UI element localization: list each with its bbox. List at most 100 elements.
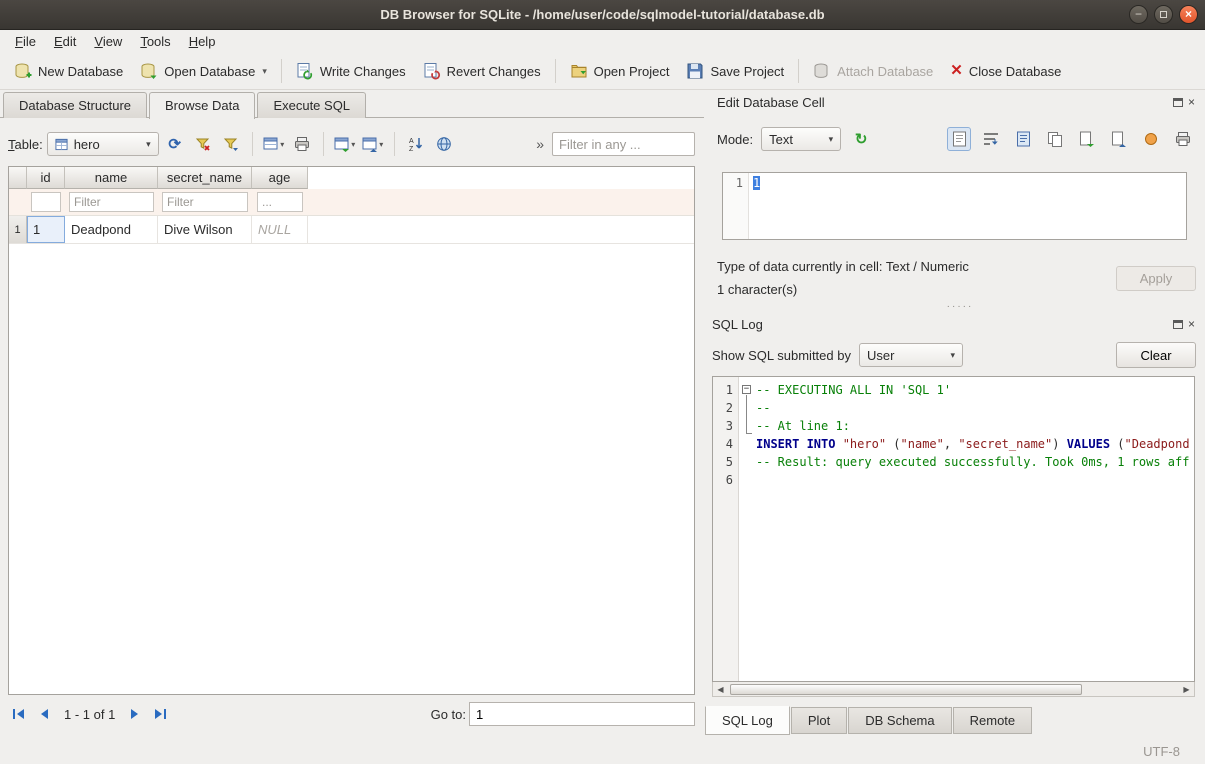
- data-grid: id name secret_name age 1 1 Deadpond Div…: [8, 166, 695, 695]
- filter-input-age[interactable]: [257, 192, 303, 212]
- import-file-icon: [1111, 131, 1127, 147]
- refresh-button[interactable]: ⟳: [163, 132, 187, 156]
- prev-page-button[interactable]: [33, 703, 55, 725]
- save-project-button[interactable]: Save Project: [678, 57, 792, 85]
- dock-tab-remote[interactable]: Remote: [953, 707, 1033, 734]
- dock-tab-sql-log[interactable]: SQL Log: [705, 706, 790, 735]
- dock-tab-db-schema[interactable]: DB Schema: [848, 707, 951, 734]
- sort-az-icon: AZ: [408, 136, 424, 152]
- tab-browse-data[interactable]: Browse Data: [149, 92, 255, 119]
- cell-value-editor[interactable]: 1 1: [722, 172, 1187, 240]
- sort-records-button[interactable]: AZ: [404, 132, 428, 156]
- open-in-editor-button[interactable]: [1011, 127, 1035, 151]
- column-header-id[interactable]: id: [27, 167, 65, 189]
- row-header[interactable]: 1: [9, 216, 27, 243]
- sql-log-editor[interactable]: 1 2 3 4 5 6 − -- EXECUTING ALL IN 'SQL 1…: [712, 376, 1195, 682]
- browse-toolbar: Table: hero ▾ ⟳ ▾ ▾ ▾ AZ »: [8, 130, 695, 158]
- filter-cell-name: [65, 189, 158, 215]
- filter-input-secret-name[interactable]: [162, 192, 248, 212]
- word-wrap-button[interactable]: [979, 127, 1003, 151]
- text-view-button[interactable]: [947, 127, 971, 151]
- next-page-button[interactable]: [124, 703, 146, 725]
- prev-page-icon: [39, 708, 49, 720]
- column-header-age[interactable]: age: [252, 167, 308, 189]
- set-null-button[interactable]: [1139, 127, 1163, 151]
- copy-cell-button[interactable]: [1043, 127, 1067, 151]
- browse-footer: 1 - 1 of 1 Go to:: [8, 701, 695, 727]
- export-cell-button[interactable]: [1075, 127, 1099, 151]
- globe-icon: [436, 136, 452, 152]
- last-page-icon: [153, 708, 167, 720]
- export-records-button[interactable]: ▾: [333, 132, 357, 156]
- mode-combobox[interactable]: Text ▾: [761, 127, 841, 151]
- toolbar-separator: [798, 59, 799, 83]
- revert-changes-button[interactable]: Revert Changes: [415, 57, 549, 85]
- dock-splitter-handle[interactable]: ·····: [938, 301, 982, 312]
- minimize-button-icon[interactable]: −: [1129, 5, 1148, 24]
- column-header-name[interactable]: name: [65, 167, 158, 189]
- open-database-button[interactable]: Open Database ▾: [132, 57, 275, 85]
- print-cell-button[interactable]: [1171, 127, 1195, 151]
- filter-input-id[interactable]: [31, 192, 61, 212]
- close-dock-icon[interactable]: ×: [1188, 97, 1195, 107]
- float-dock-icon[interactable]: [1173, 98, 1183, 107]
- open-database-dropdown-icon[interactable]: ▾: [262, 66, 267, 77]
- toolbar-overflow-button[interactable]: »: [532, 136, 548, 152]
- cell-id[interactable]: 1: [27, 216, 65, 243]
- goto-input[interactable]: [469, 702, 695, 726]
- editor-content[interactable]: 1: [749, 173, 1186, 239]
- next-page-icon: [130, 708, 140, 720]
- column-header-secret-name[interactable]: secret_name: [158, 167, 252, 189]
- filter-any-input[interactable]: [552, 132, 695, 156]
- last-page-button[interactable]: [149, 703, 171, 725]
- jump-to-record-button[interactable]: [432, 132, 456, 156]
- first-page-button[interactable]: [8, 703, 30, 725]
- close-dock-icon[interactable]: ×: [1188, 319, 1195, 329]
- import-records-button[interactable]: ▾: [361, 132, 385, 156]
- chevron-down-icon: ▾: [280, 140, 284, 149]
- new-database-button[interactable]: New Database: [6, 57, 131, 85]
- pagination-text: 1 - 1 of 1: [64, 707, 115, 722]
- close-database-button[interactable]: ✕ Close Database: [942, 59, 1069, 84]
- menu-tools[interactable]: Tools: [131, 32, 179, 51]
- filter-options-button[interactable]: [219, 132, 243, 156]
- dock-tab-plot[interactable]: Plot: [791, 707, 847, 734]
- write-changes-button[interactable]: Write Changes: [288, 57, 414, 85]
- scrollbar-thumb[interactable]: [730, 684, 1082, 695]
- import-cell-button[interactable]: [1107, 127, 1131, 151]
- cell-name[interactable]: Deadpond: [65, 216, 158, 243]
- toolbar-separator: [323, 132, 324, 156]
- menu-file[interactable]: File: [6, 32, 45, 51]
- table-combobox[interactable]: hero ▾: [47, 132, 159, 156]
- open-project-icon: [570, 62, 588, 80]
- menu-help[interactable]: Help: [180, 32, 225, 51]
- float-dock-icon[interactable]: [1173, 320, 1183, 329]
- clear-filters-button[interactable]: [191, 132, 215, 156]
- cell-age[interactable]: NULL: [252, 216, 308, 243]
- fold-guide-line: [746, 395, 752, 434]
- scroll-left-icon[interactable]: ◀: [713, 685, 728, 694]
- sql-log-horizontal-scrollbar[interactable]: ◀ ▶: [712, 682, 1195, 697]
- apply-button[interactable]: Apply: [1116, 266, 1196, 291]
- clear-log-button[interactable]: Clear: [1116, 342, 1196, 368]
- open-project-button[interactable]: Open Project: [562, 57, 678, 85]
- auto-mode-button[interactable]: ↻: [849, 127, 873, 151]
- tab-execute-sql[interactable]: Execute SQL: [257, 92, 366, 118]
- print-button[interactable]: [290, 132, 314, 156]
- filter-input-name[interactable]: [69, 192, 154, 212]
- maximize-button-icon[interactable]: [1154, 5, 1173, 24]
- filter-cell-id: [27, 189, 65, 215]
- new-record-icon: [263, 136, 279, 152]
- menu-view[interactable]: View: [85, 32, 131, 51]
- fold-collapse-icon[interactable]: −: [742, 385, 751, 394]
- grid-corner-button[interactable]: [9, 167, 27, 189]
- sql-submitter-combobox[interactable]: User ▾: [859, 343, 963, 367]
- main-toolbar: New Database Open Database ▾ Write Chang…: [0, 53, 1205, 90]
- menu-edit[interactable]: Edit: [45, 32, 85, 51]
- first-page-icon: [12, 708, 26, 720]
- new-record-button[interactable]: ▾: [262, 132, 286, 156]
- tab-database-structure[interactable]: Database Structure: [3, 92, 147, 118]
- close-button-icon[interactable]: ×: [1179, 5, 1198, 24]
- cell-secret-name[interactable]: Dive Wilson: [158, 216, 252, 243]
- scroll-right-icon[interactable]: ▶: [1179, 685, 1194, 694]
